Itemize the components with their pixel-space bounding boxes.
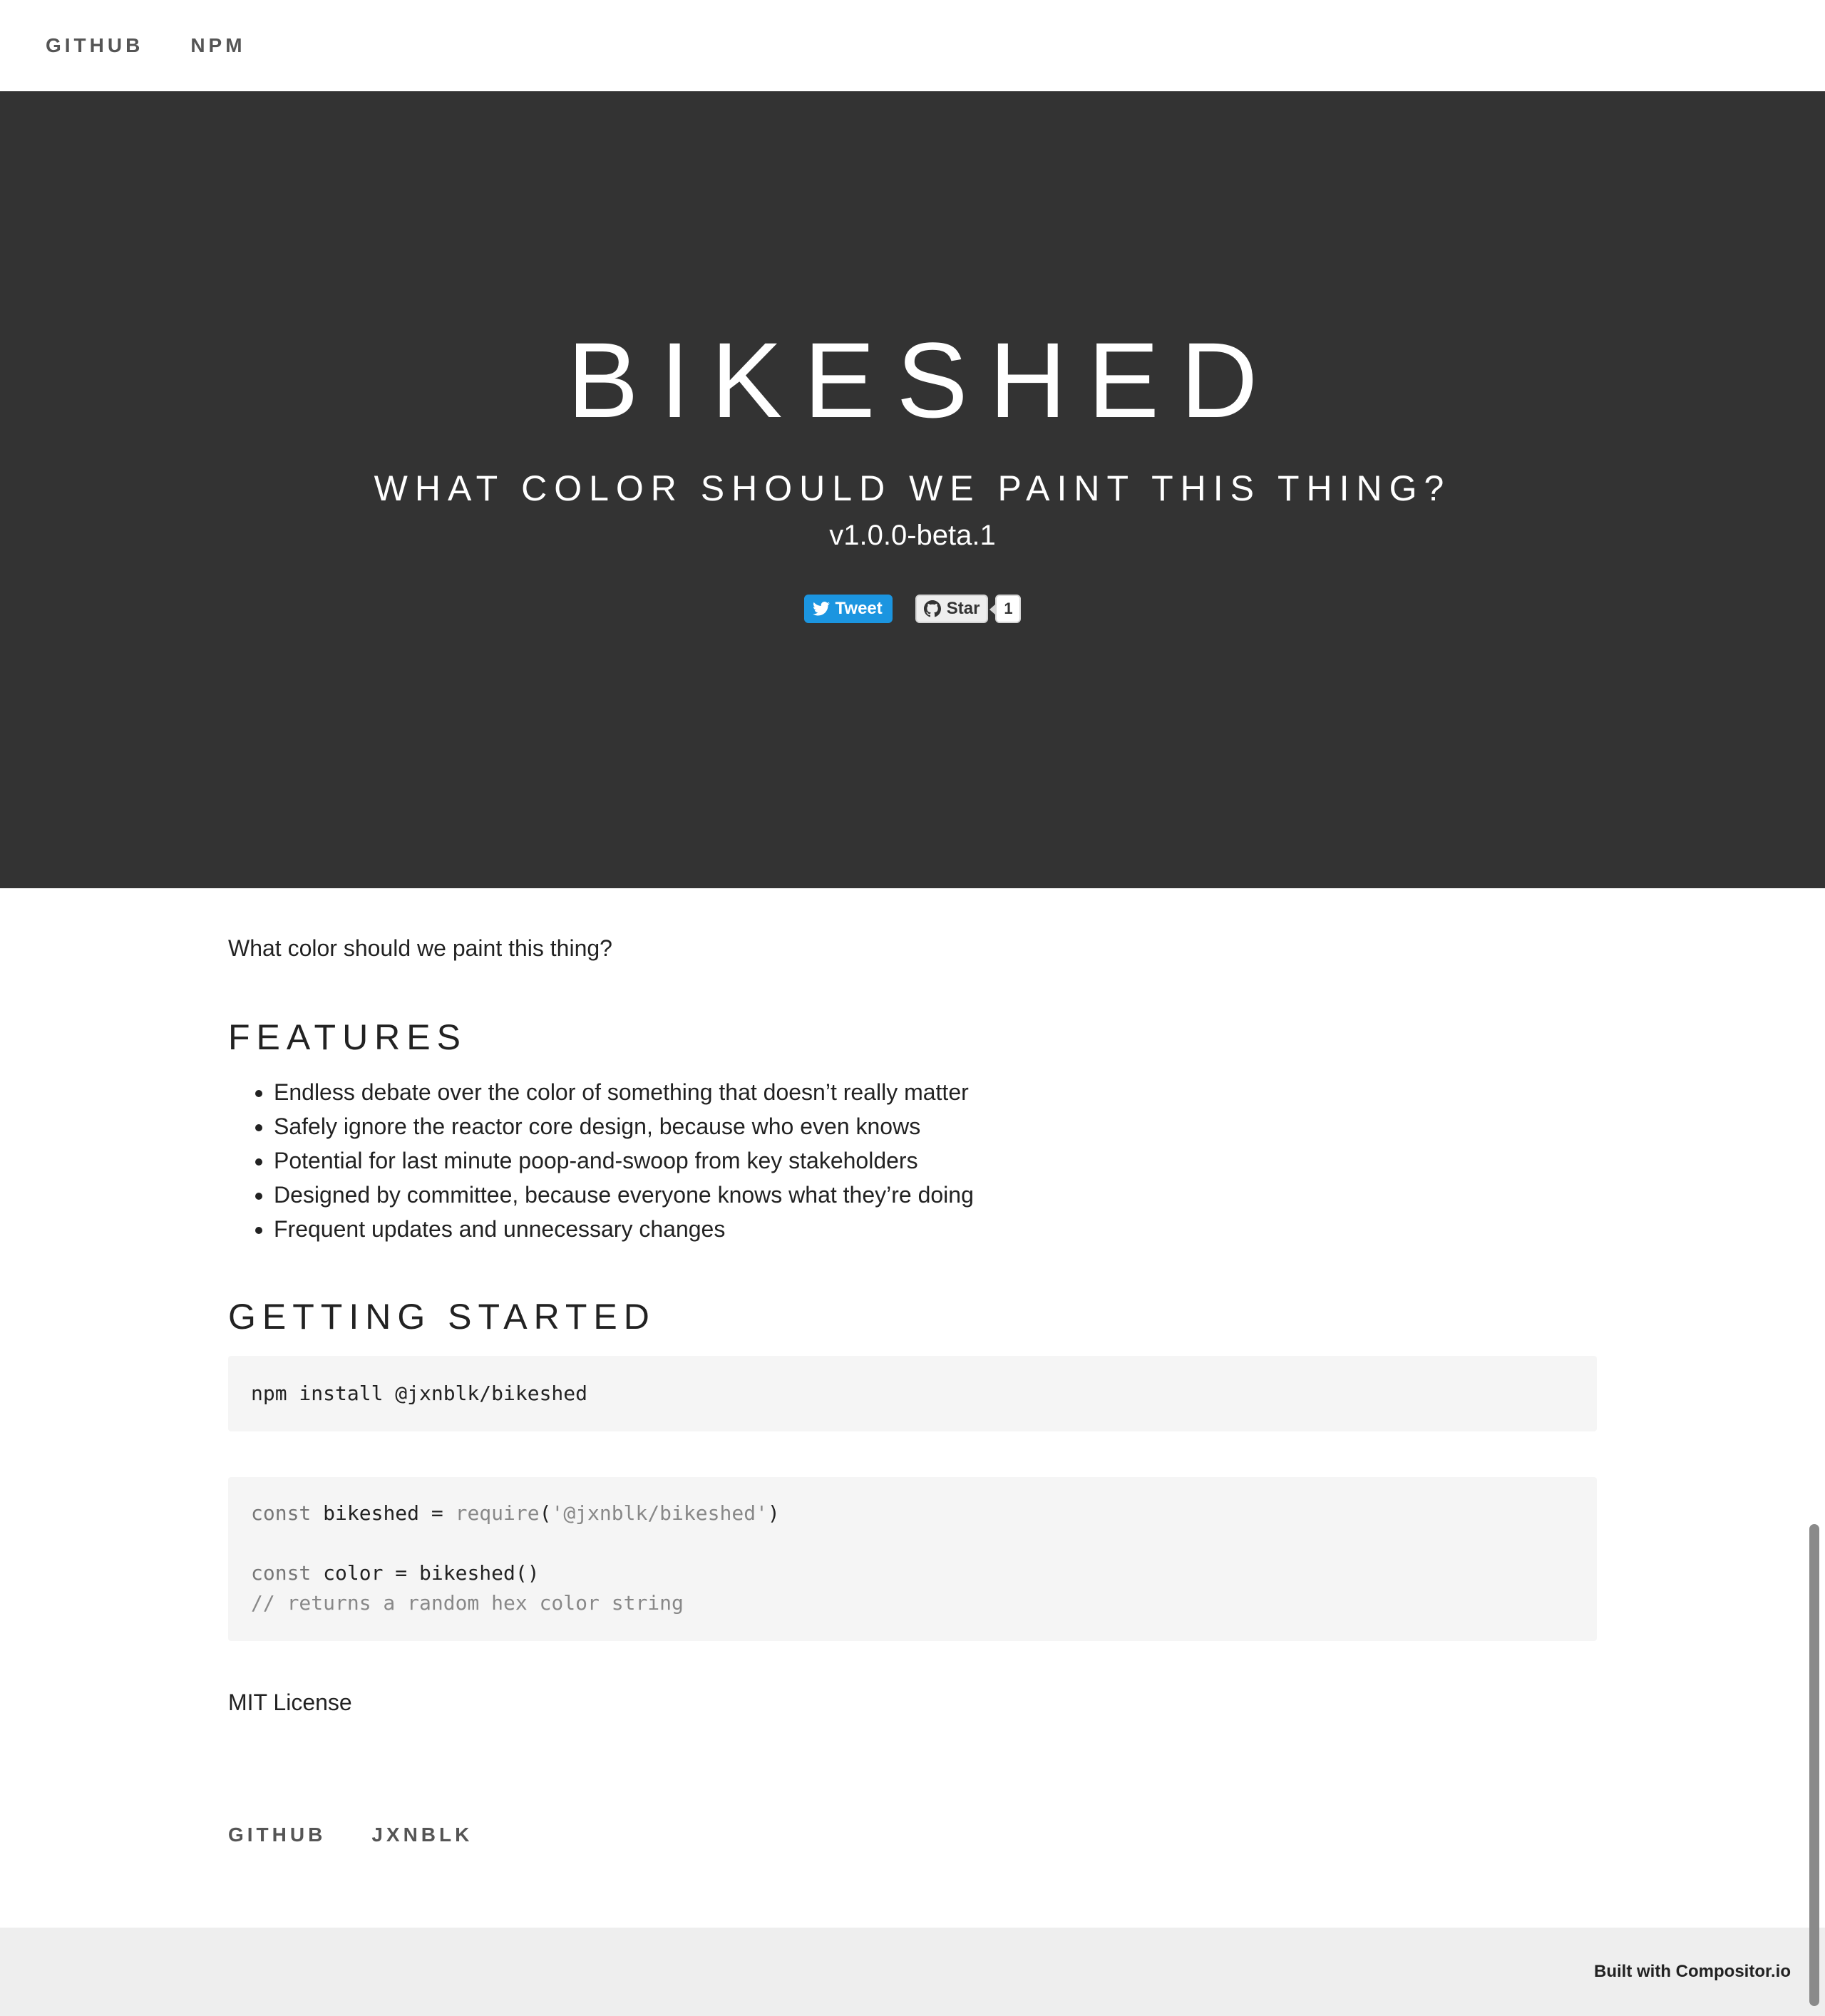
nav-link-npm[interactable]: NPM [190, 34, 245, 57]
nav-link-github[interactable]: GITHUB [46, 34, 143, 57]
list-item: Potential for last minute poop-and-swoop… [274, 1143, 974, 1178]
github-star-button[interactable]: Star [915, 595, 989, 623]
usage-code-block: const bikeshed = require('@jxnblk/bikesh… [228, 1477, 1597, 1641]
code-line: const bikeshed = require('@jxnblk/bikesh… [251, 1498, 1597, 1528]
code-text: ( [539, 1501, 552, 1525]
footer-link-github[interactable]: GITHUB [228, 1824, 326, 1846]
list-item: Frequent updates and unnecessary changes [274, 1212, 974, 1246]
getting-started-heading: GETTING STARTED [228, 1297, 656, 1337]
twitter-bird-icon [812, 602, 830, 616]
intro-text: What color should we paint this thing? [228, 935, 612, 961]
code-keyword: const [251, 1501, 312, 1525]
bottom-bar: Built with Compositor.io [0, 1928, 1825, 2016]
star-label: Star [946, 599, 980, 618]
list-item: Safely ignore the reactor core design, b… [274, 1109, 974, 1143]
footer-link-jxnblk[interactable]: JXNBLK [371, 1824, 473, 1846]
license-text: MIT License [228, 1690, 352, 1715]
list-item: Designed by committee, because everyone … [274, 1178, 974, 1212]
hero-subtitle: WHAT COLOR SHOULD WE PAINT THIS THING? [374, 468, 1451, 508]
hero: BIKESHED WHAT COLOR SHOULD WE PAINT THIS… [0, 91, 1825, 888]
tweet-label: Tweet [835, 599, 883, 618]
code-text: bikeshed = [311, 1501, 456, 1525]
code-keyword: const [251, 1561, 312, 1585]
code-text: ) [767, 1501, 780, 1525]
code-text: color = bikeshed() [311, 1561, 540, 1585]
install-code-block: npm install @jxnblk/bikeshed [228, 1356, 1597, 1431]
code-function: require [455, 1501, 540, 1525]
code-line: const color = bikeshed() [251, 1558, 1597, 1588]
code-string: '@jxnblk/bikeshed' [551, 1501, 768, 1525]
code-comment: // returns a random hex color string [251, 1591, 684, 1615]
features-heading: FEATURES [228, 1017, 467, 1057]
footer-links: GITHUB JXNBLK [228, 1824, 518, 1846]
github-octocat-icon [923, 600, 941, 617]
install-command: npm install @jxnblk/bikeshed [251, 1382, 588, 1405]
features-list: Endless debate over the color of somethi… [228, 1075, 974, 1246]
scrollbar-thumb[interactable] [1809, 1524, 1819, 2006]
built-with-link[interactable]: Built with Compositor.io [1594, 1962, 1791, 1982]
tweet-button[interactable]: Tweet [803, 595, 893, 623]
social-buttons: Tweet Star 1 [0, 595, 1825, 623]
hero-title: BIKESHED [567, 320, 1280, 440]
list-item: Endless debate over the color of somethi… [274, 1075, 974, 1109]
version-label: v1.0.0-beta.1 [829, 520, 996, 551]
top-nav: GITHUB NPM [0, 0, 1825, 91]
star-count[interactable]: 1 [989, 595, 1022, 623]
